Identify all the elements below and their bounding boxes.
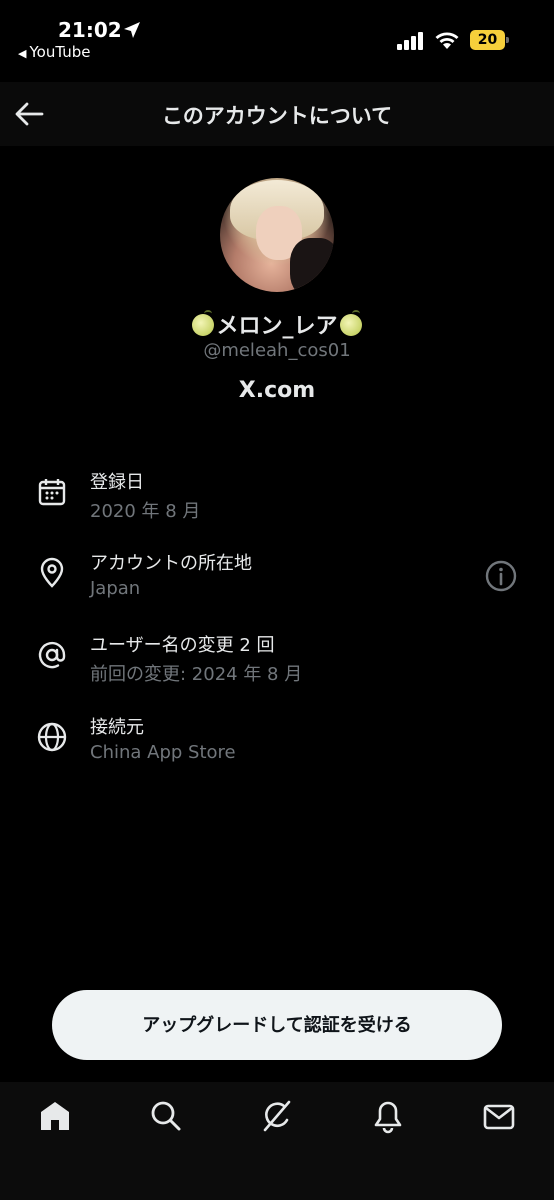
page-title: このアカウントについて	[161, 104, 393, 128]
battery-cap	[506, 37, 509, 43]
status-time: 21:02	[58, 18, 122, 42]
info-row-joined: 登録日 2020 年 8 月	[0, 460, 554, 530]
bottom-nav-bar	[0, 1082, 554, 1200]
location-pin-icon	[40, 557, 64, 588]
battery-level: 20	[470, 30, 505, 50]
info-row-username-changes: ユーザー名の変更 2 回 前回の変更: 2024 年 8 月	[0, 623, 554, 693]
avatar[interactable]	[220, 178, 334, 292]
info-circle-icon[interactable]	[484, 559, 518, 593]
info-label: アカウントの所在地	[90, 553, 252, 574]
back-to-app-link[interactable]: ◀ YouTube	[18, 43, 90, 61]
info-value: Japan	[90, 578, 141, 599]
info-label: 接続元	[90, 717, 144, 738]
at-sign-icon	[38, 641, 66, 669]
user-handle: @meleah_cos01	[203, 340, 351, 361]
info-value: 前回の変更: 2024 年 8 月	[90, 664, 303, 685]
display-name-row: メロン_レア	[0, 308, 554, 340]
info-label: ユーザー名の変更 2 回	[90, 635, 275, 656]
back-triangle-icon: ◀	[18, 47, 27, 60]
search-icon[interactable]	[148, 1098, 184, 1134]
wifi-icon	[435, 32, 459, 49]
info-row-location: アカウントの所在地 Japan	[0, 541, 554, 611]
about-account-screen: 21:02 ◀ YouTube 20 このアカウントについて メロン_レア @m…	[0, 0, 554, 1200]
site-label: X.com	[238, 378, 316, 403]
grok-icon[interactable]	[259, 1098, 295, 1134]
status-bar: 21:02 ◀ YouTube 20	[0, 0, 554, 72]
messages-icon[interactable]	[481, 1098, 517, 1134]
globe-icon	[37, 722, 67, 752]
info-row-connected-via: 接続元 China App Store	[0, 705, 554, 775]
upgrade-verify-button[interactable]: アップグレードして認証を受ける	[52, 990, 502, 1060]
home-icon[interactable]	[37, 1098, 73, 1134]
battery-indicator: 20	[470, 30, 510, 50]
info-value: 2020 年 8 月	[90, 501, 201, 522]
location-arrow-icon	[124, 22, 140, 38]
display-name: メロン_レア	[216, 314, 338, 339]
top-header: このアカウントについて	[0, 82, 554, 146]
calendar-icon	[38, 479, 66, 506]
melon-emoji-icon	[192, 310, 215, 336]
melon-emoji-icon	[339, 310, 362, 336]
cellular-signal-icon	[397, 32, 423, 50]
notifications-icon[interactable]	[370, 1098, 406, 1134]
back-app-label: YouTube	[29, 43, 91, 61]
info-label: 登録日	[90, 472, 144, 493]
info-value: China App Store	[90, 742, 236, 763]
